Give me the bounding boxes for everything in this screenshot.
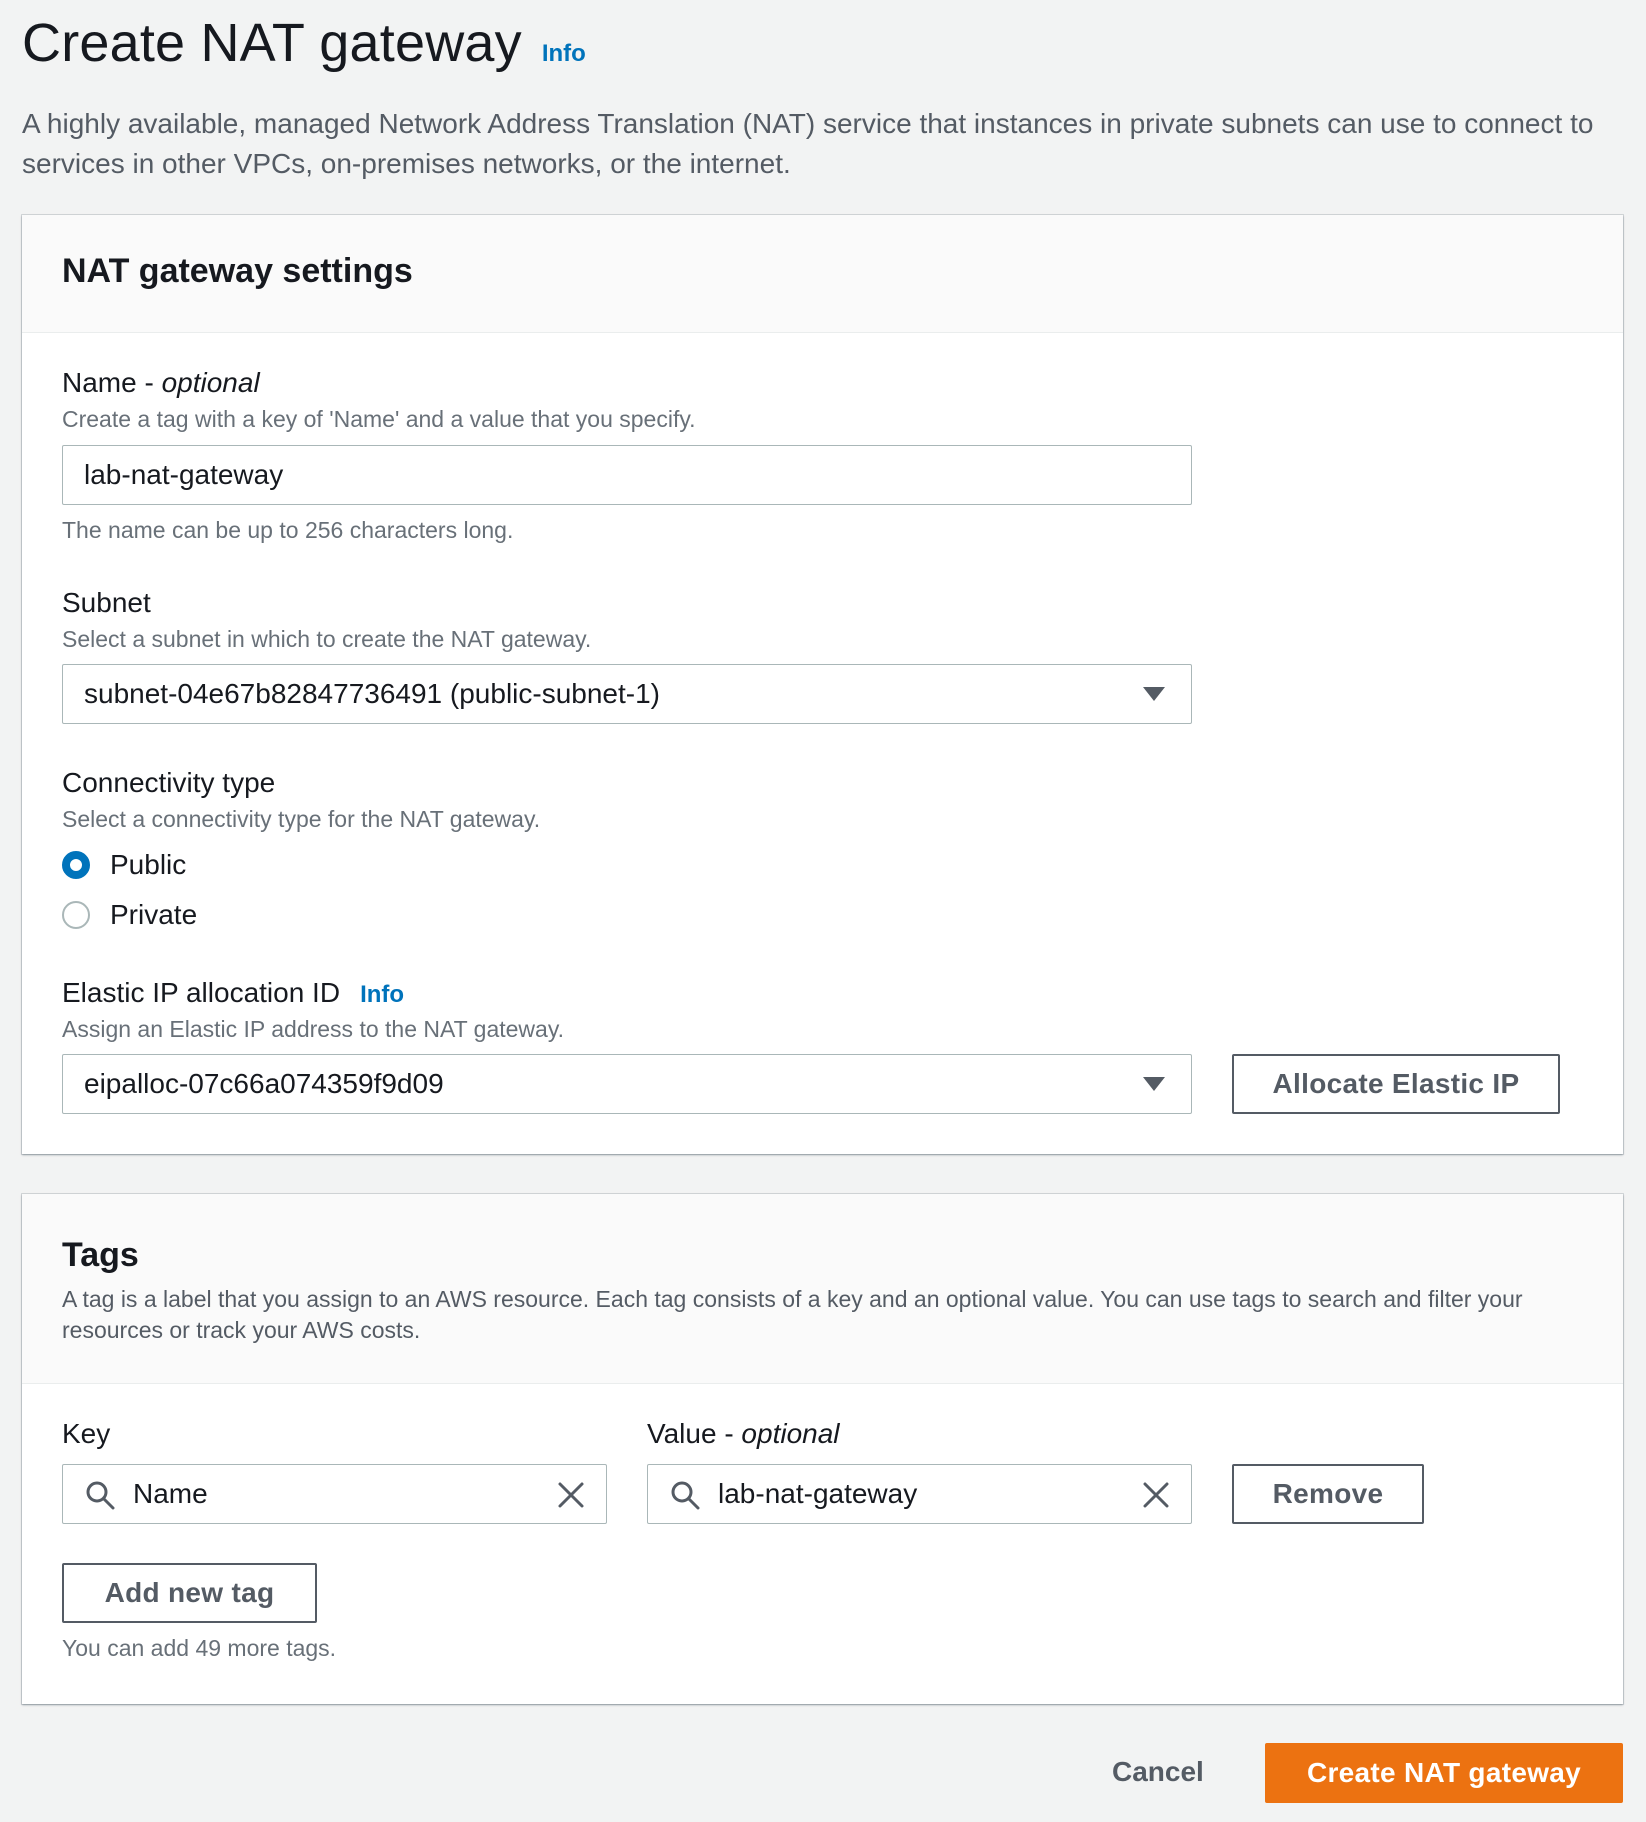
cancel-button[interactable]: Cancel: [1112, 1756, 1204, 1788]
eip-select[interactable]: eipalloc-07c66a074359f9d09: [62, 1054, 1192, 1114]
tag-value-label-text: Value -: [647, 1418, 742, 1449]
clear-icon[interactable]: [1141, 1480, 1171, 1510]
tag-key-label: Key: [62, 1418, 111, 1449]
tags-panel-header: Tags A tag is a label that you assign to…: [22, 1194, 1623, 1384]
eip-select-value: eipalloc-07c66a074359f9d09: [84, 1068, 444, 1099]
add-new-tag-button[interactable]: Add new tag: [62, 1563, 317, 1623]
radio-public[interactable]: Public: [62, 849, 186, 881]
tag-value-value: lab-nat-gateway: [718, 1478, 918, 1509]
search-icon: [86, 1481, 115, 1510]
tag-value-label: Value - optional: [647, 1418, 840, 1450]
eip-description: Assign an Elastic IP address to the NAT …: [62, 1016, 565, 1042]
eip-info-link[interactable]: Info: [360, 981, 404, 1009]
name-label: Name - optional: [62, 367, 260, 399]
page-title: Create NAT gateway: [22, 13, 522, 73]
radio-public-control[interactable]: [62, 851, 90, 879]
remove-tag-button[interactable]: Remove: [1232, 1464, 1424, 1524]
radio-public-label: Public: [110, 849, 187, 880]
page-description: A highly available, managed Network Addr…: [22, 108, 1594, 179]
nat-gateway-settings-panel: NAT gateway settings Name - optional Cre…: [22, 215, 1623, 1154]
tag-key-value: Name: [133, 1478, 208, 1509]
radio-private-label: Private: [110, 899, 198, 930]
clear-icon[interactable]: [556, 1480, 586, 1510]
tags-description: A tag is a label that you assign to an A…: [62, 1286, 1523, 1343]
connectivity-label: Connectivity type: [62, 767, 276, 798]
name-description: Create a tag with a key of 'Name' and a …: [62, 406, 696, 432]
eip-label: Elastic IP allocation ID Info: [62, 977, 404, 1009]
subnet-label: Subnet: [62, 587, 151, 618]
subnet-select-value: subnet-04e67b82847736491 (public-subnet-…: [84, 678, 660, 709]
subnet-description: Select a subnet in which to create the N…: [62, 626, 592, 652]
eip-label-text: Elastic IP allocation ID: [62, 977, 341, 1008]
name-label-text: Name -: [62, 367, 162, 398]
tags-panel-title: Tags: [62, 1236, 139, 1274]
create-nat-gateway-button[interactable]: Create NAT gateway: [1265, 1743, 1623, 1803]
search-icon: [671, 1481, 700, 1510]
tag-value-label-optional: optional: [741, 1418, 840, 1449]
title-info-link[interactable]: Info: [542, 40, 586, 68]
caret-down-icon: [1143, 687, 1165, 701]
tag-key-input[interactable]: Name: [62, 1464, 607, 1524]
name-input[interactable]: lab-nat-gateway: [62, 445, 1192, 505]
settings-panel-title: NAT gateway settings: [62, 252, 413, 290]
tag-value-input[interactable]: lab-nat-gateway: [647, 1464, 1192, 1524]
page: Create NAT gateway Info A highly availab…: [0, 0, 1646, 1822]
connectivity-description: Select a connectivity type for the NAT g…: [62, 806, 541, 832]
radio-private[interactable]: Private: [62, 899, 197, 931]
tags-panel: Tags A tag is a label that you assign to…: [22, 1194, 1623, 1704]
page-header: Create NAT gateway Info: [22, 12, 586, 74]
radio-private-control[interactable]: [62, 901, 90, 929]
caret-down-icon: [1143, 1077, 1165, 1091]
settings-panel-header: NAT gateway settings: [22, 215, 1623, 333]
allocate-elastic-ip-button[interactable]: Allocate Elastic IP: [1232, 1054, 1560, 1114]
tags-remaining-text: You can add 49 more tags.: [62, 1635, 337, 1661]
name-label-optional: optional: [161, 367, 260, 398]
name-constraint: The name can be up to 256 characters lon…: [62, 517, 514, 543]
name-input-value: lab-nat-gateway: [84, 459, 284, 490]
subnet-select[interactable]: subnet-04e67b82847736491 (public-subnet-…: [62, 664, 1192, 724]
